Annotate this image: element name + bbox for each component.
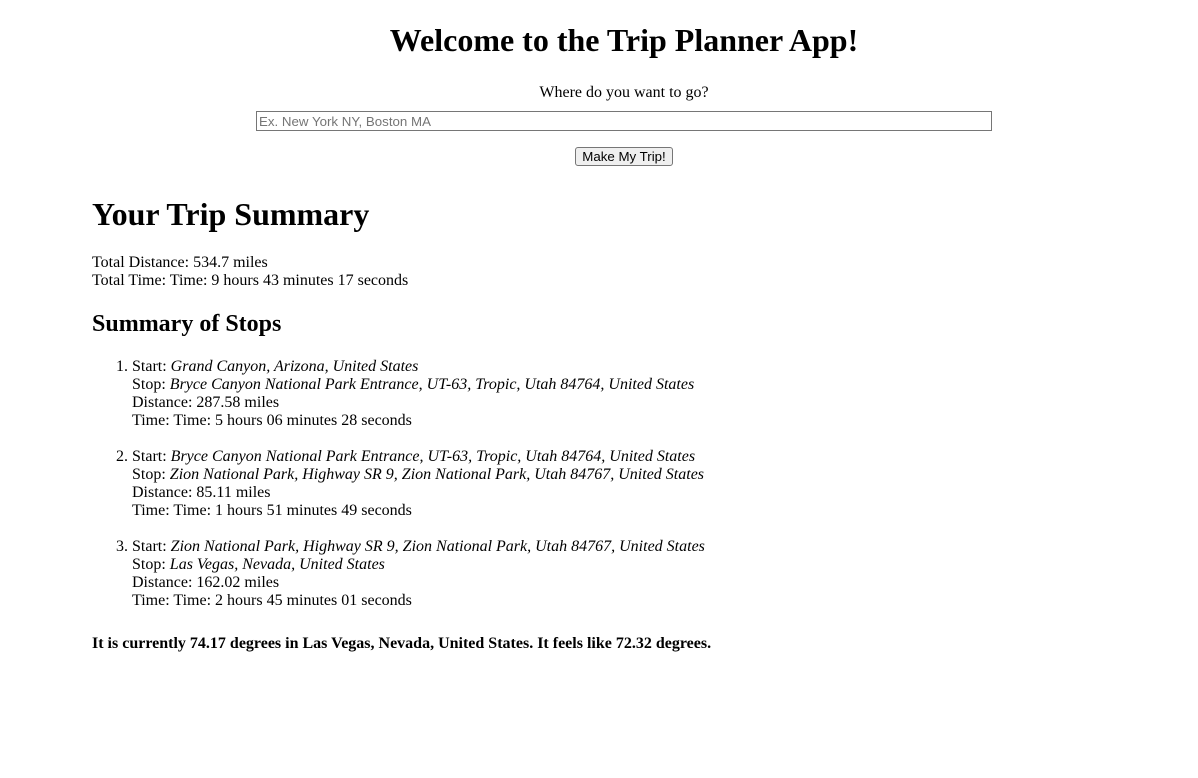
stop-location: Zion National Park, Highway SR 9, Zion N… [169, 466, 705, 483]
make-my-trip-button[interactable]: Make My Trip! [575, 147, 673, 166]
start-location: Grand Canyon, Arizona, United States [170, 358, 419, 375]
leg-distance: 162.02 miles [196, 574, 280, 591]
total-time-value: Time: 9 hours 43 minutes 17 seconds [169, 272, 409, 289]
leg-distance: 287.58 miles [196, 394, 280, 411]
list-item: Start: Grand Canyon, Arizona, United Sta… [132, 358, 1092, 430]
distance-label: Distance: [132, 484, 193, 501]
button-row: Make My Trip! [0, 147, 1198, 166]
total-distance: Total Distance: 534.7 miles [92, 254, 1092, 272]
total-time: Total Time: Time: 9 hours 43 minutes 17 … [92, 272, 1092, 290]
distance-label: Distance: [132, 394, 193, 411]
leg-time: Time: 2 hours 45 minutes 01 seconds [173, 592, 412, 609]
total-distance-label: Total Distance: [92, 254, 190, 271]
stop-location: Bryce Canyon National Park Entrance, UT-… [169, 376, 695, 393]
start-location: Bryce Canyon National Park Entrance, UT-… [170, 448, 696, 465]
stops-title: Summary of Stops [92, 311, 282, 337]
app-title: Welcome to the Trip Planner App! [389, 22, 859, 58]
stop-label: Stop: [132, 376, 166, 393]
leg-time: Time: 5 hours 06 minutes 28 seconds [173, 412, 412, 429]
list-item: Start: Zion National Park, Highway SR 9,… [132, 538, 1092, 610]
time-label: Time: [132, 592, 170, 609]
list-item: Start: Bryce Canyon National Park Entran… [132, 448, 1092, 520]
summary-title: Your Trip Summary [92, 196, 370, 232]
destination-input[interactable] [256, 111, 992, 131]
leg-distance: 85.11 miles [196, 484, 271, 501]
time-label: Time: [132, 502, 170, 519]
stops-list: Start: Grand Canyon, Arizona, United Sta… [92, 358, 1092, 610]
leg-time: Time: 1 hours 51 minutes 49 seconds [173, 502, 412, 519]
total-distance-value: 534.7 miles [193, 254, 268, 271]
time-label: Time: [132, 412, 170, 429]
weather-text: It is currently 74.17 degrees in Las Veg… [92, 635, 712, 652]
start-label: Start: [132, 448, 167, 465]
distance-label: Distance: [132, 574, 193, 591]
stop-location: Las Vegas, Nevada, United States [169, 556, 385, 573]
input-row [0, 111, 1198, 131]
trip-summary: Your Trip Summary Total Distance: 534.7 … [92, 193, 1092, 653]
start-location: Zion National Park, Highway SR 9, Zion N… [170, 538, 705, 555]
stop-label: Stop: [132, 466, 166, 483]
start-label: Start: [132, 358, 167, 375]
start-label: Start: [132, 538, 167, 555]
destination-prompt: Where do you want to go? [539, 84, 709, 101]
totals: Total Distance: 534.7 miles Total Time: … [92, 254, 1092, 290]
stop-label: Stop: [132, 556, 166, 573]
header: Welcome to the Trip Planner App! Where d… [0, 0, 1198, 166]
total-time-label: Total Time: [92, 272, 167, 289]
